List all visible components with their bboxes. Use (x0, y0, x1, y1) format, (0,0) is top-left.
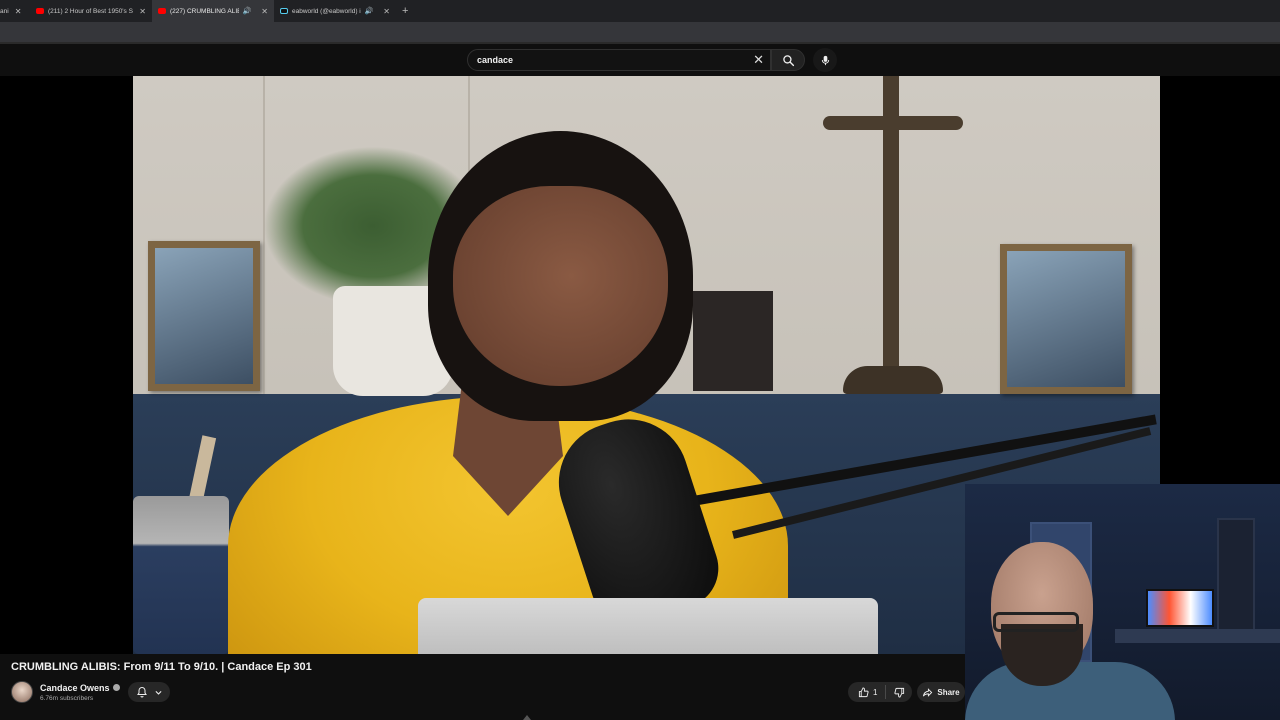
youtube-icon (158, 8, 166, 14)
tab-1[interactable]: (211) 2 Hour of Best 1950's So ✕ (30, 0, 152, 22)
host-face (453, 186, 668, 386)
clear-search-icon[interactable]: ✕ (753, 53, 764, 67)
tab-2[interactable]: (227) CRUMBLING ALIBIS: F 🔊 ✕ (152, 0, 274, 22)
search-icon (782, 54, 794, 66)
browser-tab-strip: ani ✕ (211) 2 Hour of Best 1950's So ✕ (… (0, 0, 1280, 22)
tab-title: (211) 2 Hour of Best 1950's So (48, 7, 134, 15)
webcam-desk (1115, 629, 1280, 643)
search-button[interactable] (771, 49, 805, 71)
thumbs-up-icon (858, 686, 869, 697)
speaker-icon[interactable]: 🔊 (243, 7, 252, 15)
voice-search-button[interactable] (813, 48, 837, 72)
tab-title: eabworld (@eabworld) is LI (292, 7, 361, 15)
search-box: ✕ (467, 49, 771, 71)
chevron-up-icon[interactable] (523, 715, 531, 720)
share-label: Share (937, 687, 960, 697)
youtube-header: ✕ (0, 44, 1280, 76)
webcam-tv (1146, 589, 1214, 627)
tab-title: ani (0, 7, 9, 15)
tiktok-icon (280, 8, 288, 14)
tab-title: (227) CRUMBLING ALIBIS: F (170, 7, 239, 15)
like-button[interactable]: 1 (848, 685, 887, 699)
laptop (418, 598, 878, 654)
channel-name-link[interactable]: Candace Owens (40, 683, 120, 693)
like-count: 1 (873, 687, 878, 697)
share-icon (923, 687, 933, 697)
tumbler (133, 496, 229, 654)
close-icon[interactable]: ✕ (15, 7, 22, 16)
close-icon[interactable]: ✕ (383, 7, 390, 16)
chevron-down-icon (154, 690, 162, 695)
channel-avatar[interactable] (11, 681, 33, 703)
crucifix-base (843, 366, 943, 394)
webcam-overlay (965, 484, 1280, 720)
video-title: CRUMBLING ALIBIS: From 9/11 To 9/10. | C… (11, 661, 312, 673)
subscriber-count: 6.76m subscribers (40, 695, 94, 702)
scroll-indicator (0, 713, 965, 720)
verified-icon (112, 684, 120, 692)
webcam-bookshelf (1217, 518, 1255, 638)
microphone-icon (821, 55, 829, 65)
new-tab-button[interactable]: + (402, 5, 408, 17)
close-icon[interactable]: ✕ (261, 7, 268, 16)
like-dislike-group: 1 (848, 682, 912, 702)
books (693, 291, 773, 391)
video-info: CRUMBLING ALIBIS: From 9/11 To 9/10. | C… (0, 654, 965, 720)
crucifix-arm (823, 116, 963, 130)
channel-name: Candace Owens (40, 683, 110, 693)
search-input[interactable] (477, 55, 737, 65)
picture-frame (1000, 244, 1132, 394)
dislike-button[interactable] (886, 687, 905, 698)
browser-toolbar (0, 22, 1280, 44)
bell-icon (136, 686, 147, 698)
streamer-glasses (993, 612, 1079, 632)
tab-3[interactable]: eabworld (@eabworld) is LI 🔊 ✕ (274, 0, 396, 22)
thumbs-down-icon (894, 687, 905, 698)
speaker-icon[interactable]: 🔊 (365, 7, 374, 15)
close-icon[interactable]: ✕ (139, 7, 146, 16)
youtube-icon (36, 8, 44, 14)
picture-frame (148, 241, 260, 391)
notification-bell-button[interactable] (128, 682, 170, 702)
share-button[interactable]: Share (917, 682, 965, 702)
tab-0[interactable]: ani ✕ (0, 0, 30, 22)
